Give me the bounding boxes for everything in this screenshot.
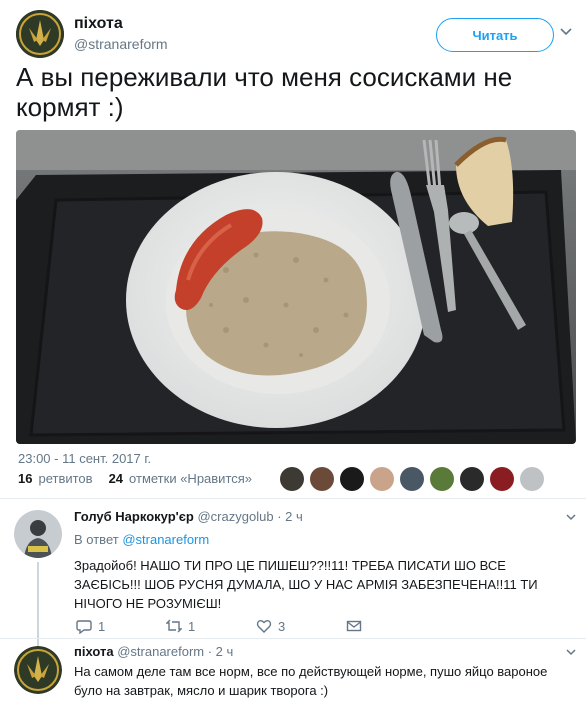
divider (0, 498, 586, 499)
reply-header: піхота @stranareform · 2 ч (74, 644, 233, 659)
chevron-down-icon[interactable] (559, 24, 573, 38)
retweet-icon (166, 619, 182, 633)
message-button[interactable] (346, 618, 436, 634)
in-reply-prefix: В ответ (74, 532, 119, 547)
likes-count[interactable]: 24 (109, 471, 123, 486)
avatar[interactable] (460, 467, 484, 491)
avatar[interactable] (400, 467, 424, 491)
tweet-text: А вы переживали что меня сосисками не ко… (16, 62, 513, 122)
avatar[interactable] (430, 467, 454, 491)
follow-button[interactable]: Читать (436, 18, 554, 52)
like-count: 3 (278, 618, 286, 634)
reply-author-handle[interactable]: @stranareform (117, 644, 204, 659)
avatar[interactable] (14, 646, 62, 694)
in-reply-handle[interactable]: @stranareform (122, 532, 209, 547)
heart-icon (256, 620, 272, 633)
avatar[interactable] (14, 510, 62, 558)
reply-author-name[interactable]: піхота (74, 644, 114, 659)
author-handle[interactable]: @stranareform (74, 36, 168, 52)
retweets-label[interactable]: ретвитов (38, 471, 92, 486)
avatar[interactable] (16, 10, 64, 58)
chevron-down-icon[interactable] (565, 511, 577, 523)
avatar[interactable] (520, 467, 544, 491)
reply-icon (76, 620, 92, 634)
reply-count: 1 (98, 618, 106, 634)
avatar[interactable] (310, 467, 334, 491)
divider (0, 638, 586, 639)
avatar[interactable] (280, 467, 304, 491)
likers-avatars (280, 467, 544, 491)
reply-actions: 1 1 3 (76, 618, 436, 634)
reply-time[interactable]: · 2 ч (277, 509, 303, 524)
retweet-button[interactable]: 1 (166, 618, 256, 634)
chevron-down-icon[interactable] (565, 646, 577, 658)
avatar[interactable] (490, 467, 514, 491)
reply-author-name[interactable]: Голуб Наркокур'єр (74, 509, 194, 524)
avatar[interactable] (370, 467, 394, 491)
reply-text: На самом деле там все норм, все по дейст… (74, 664, 548, 698)
thread-line (37, 562, 39, 646)
envelope-icon (346, 620, 362, 632)
reply-header: Голуб Наркокур'єр @crazygolub · 2 ч (74, 509, 303, 524)
tweet-photo[interactable] (16, 130, 576, 444)
retweets-count[interactable]: 16 (18, 471, 32, 486)
tweet-header: піхота @stranareform Читать (16, 10, 572, 58)
retweet-count: 1 (188, 618, 196, 634)
like-button[interactable]: 3 (256, 618, 346, 634)
tweet-stats: 16 ретвитов 24 отметки «Нравится» (18, 471, 252, 486)
author-name[interactable]: піхота (74, 15, 123, 33)
reply-author-handle[interactable]: @crazygolub (197, 509, 273, 524)
in-reply-to: В ответ @stranareform (74, 532, 209, 547)
avatar[interactable] (340, 467, 364, 491)
likes-label[interactable]: отметки «Нравится» (129, 471, 252, 486)
reply-text: Зрадойоб! НАШО ТИ ПРО ЦЕ ПИШЕШ??!!11! ТР… (74, 558, 538, 611)
tweet-timestamp[interactable]: 23:00 - 11 сент. 2017 г. (18, 451, 151, 466)
reply-button[interactable]: 1 (76, 618, 166, 634)
reply-time[interactable]: · 2 ч (208, 644, 234, 659)
